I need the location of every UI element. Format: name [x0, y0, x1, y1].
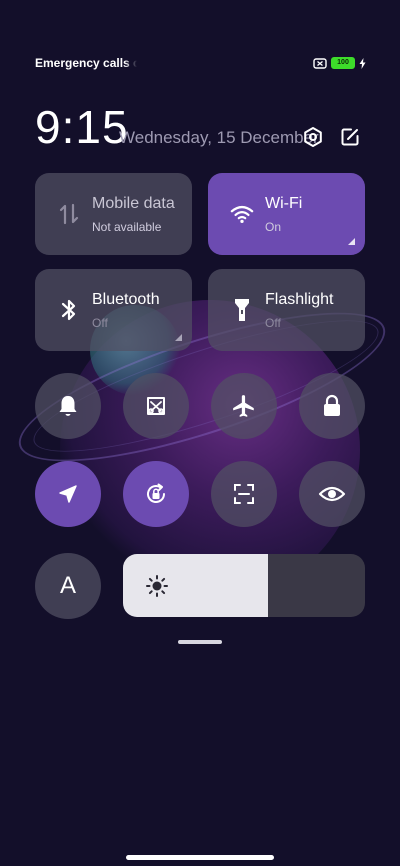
charging-icon: [359, 57, 366, 69]
tile-bluetooth-expand-icon[interactable]: [175, 334, 182, 341]
eye-icon: [318, 486, 346, 502]
location-arrow-icon: [59, 485, 77, 503]
brightness-slider[interactable]: [123, 554, 365, 617]
toggle-auto-rotate[interactable]: [123, 461, 189, 527]
screenshot-icon: [147, 397, 165, 415]
scan-icon: [234, 484, 254, 504]
status-icons: 100: [313, 57, 366, 69]
tile-mobile-data-status: Not available: [92, 220, 162, 234]
airplane-icon: [233, 395, 254, 417]
carrier-status-text: Emergency calls o: [35, 56, 137, 70]
toggle-airplane[interactable]: [211, 373, 277, 439]
toggle-scanner[interactable]: [211, 461, 277, 527]
toggle-lock-screen[interactable]: [299, 373, 365, 439]
toggle-reading-mode[interactable]: [299, 461, 365, 527]
tile-wifi[interactable]: Wi-Fi On: [208, 173, 365, 255]
date-label: Wednesday, 15 December: [119, 128, 319, 147]
bluetooth-icon: [57, 297, 81, 323]
rotation-lock-icon: [147, 483, 165, 503]
mobile-data-icon: [57, 201, 81, 227]
settings-button[interactable]: [300, 124, 326, 150]
battery-icon: 100: [331, 57, 355, 69]
tile-flashlight-label: Flashlight: [265, 291, 334, 308]
tile-wifi-expand-icon[interactable]: [348, 238, 355, 245]
edit-button[interactable]: [337, 124, 363, 150]
flashlight-icon: [230, 297, 254, 323]
tile-flashlight[interactable]: Flashlight Off: [208, 269, 365, 351]
tile-mobile-data-label: Mobile data: [92, 195, 175, 212]
auto-brightness-icon: A: [59, 572, 76, 599]
toggle-auto-brightness[interactable]: A: [35, 553, 101, 619]
tile-wifi-label: Wi-Fi: [265, 195, 303, 212]
bell-icon: [59, 396, 77, 416]
edit-icon: [341, 128, 359, 146]
tile-mobile-data[interactable]: Mobile data Not available: [35, 173, 192, 255]
tile-bluetooth-status: Off: [92, 316, 108, 330]
wifi-icon: [230, 201, 254, 227]
tile-flashlight-status: Off: [265, 316, 281, 330]
sun-icon: [146, 575, 168, 597]
no-sim-icon: [313, 57, 327, 69]
toggle-location[interactable]: [35, 461, 101, 527]
control-center-header: 9:15 Wednesday, 15 December: [35, 100, 366, 160]
lock-icon: [324, 394, 340, 416]
status-bar: Emergency calls o 100: [35, 56, 366, 72]
toggle-screenshot[interactable]: [123, 373, 189, 439]
tile-bluetooth[interactable]: Bluetooth Off: [35, 269, 192, 351]
tile-wifi-status: On: [265, 220, 282, 234]
home-indicator[interactable]: [126, 855, 274, 860]
control-center: Emergency calls o 100 9:15 Wednesday, 15…: [0, 0, 400, 866]
panel-drag-handle[interactable]: [178, 640, 222, 644]
settings-icon: [304, 127, 322, 147]
clock: 9:15: [35, 101, 129, 153]
toggle-sound[interactable]: [35, 373, 101, 439]
tile-bluetooth-label: Bluetooth: [92, 291, 160, 308]
